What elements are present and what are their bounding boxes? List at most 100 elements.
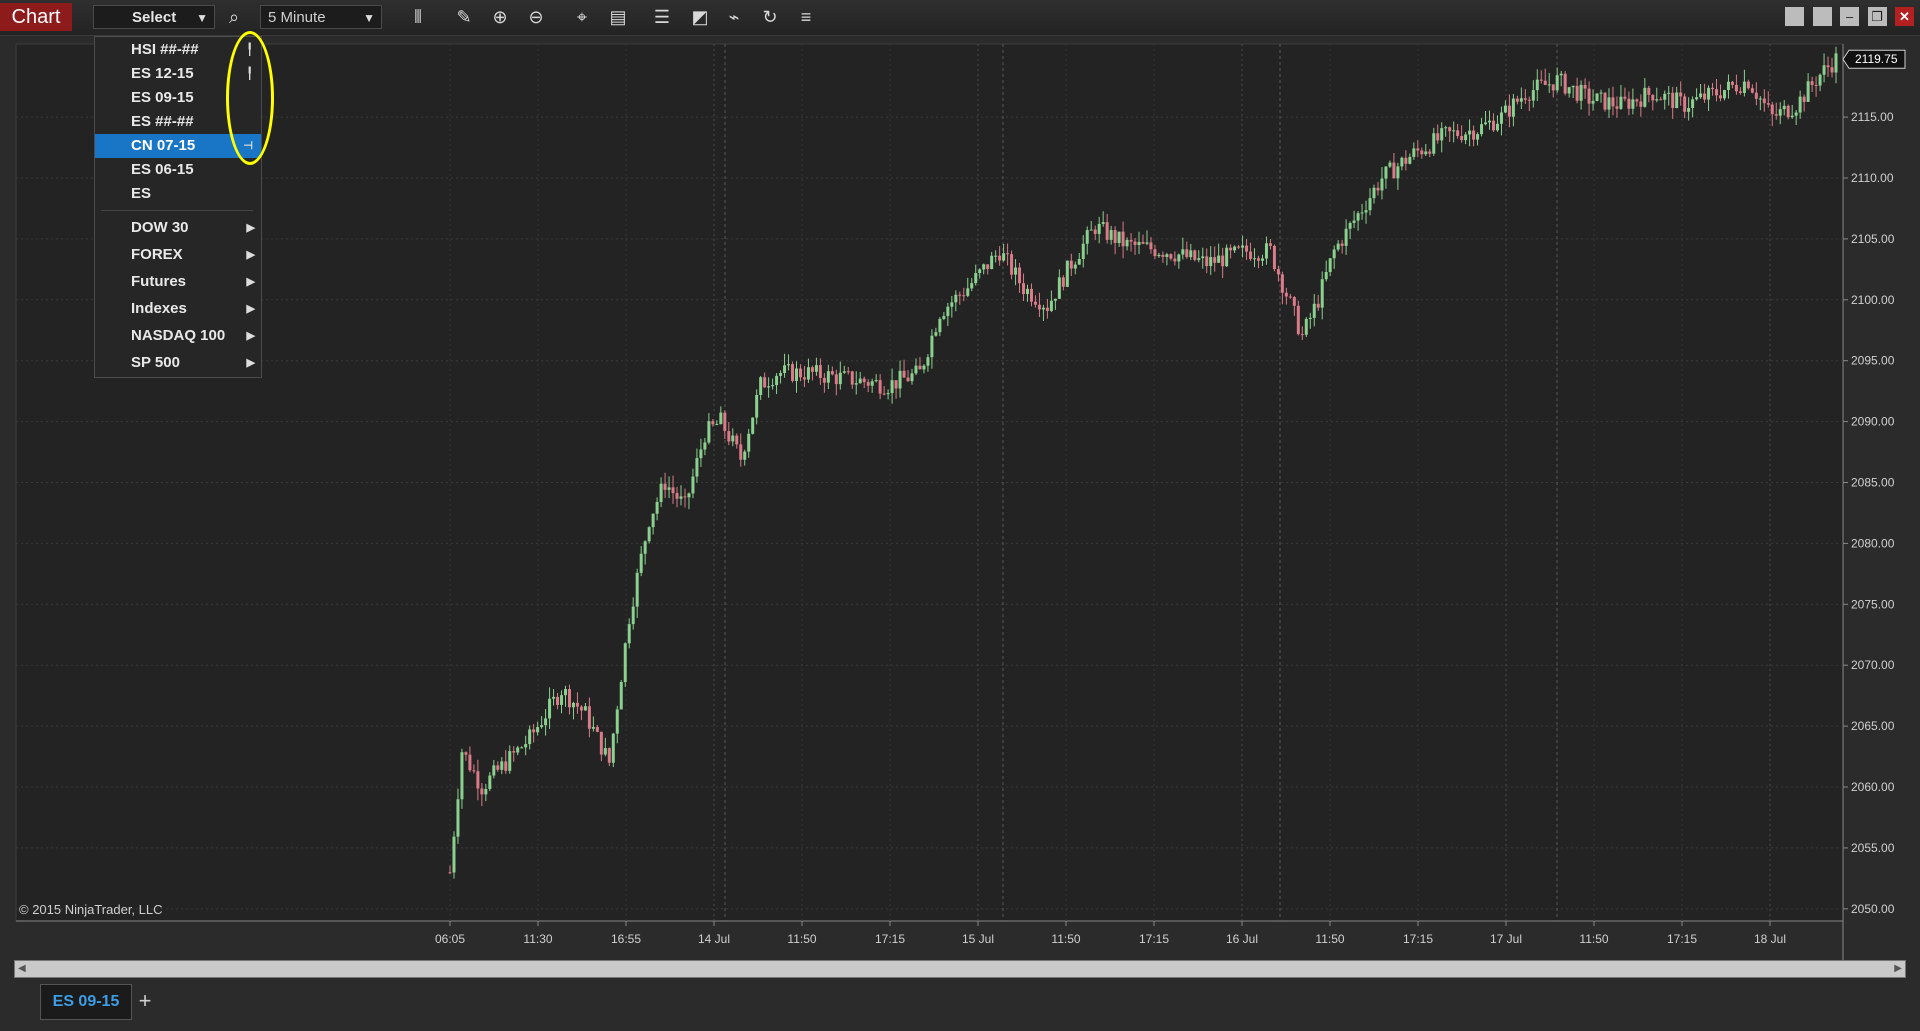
close-button[interactable]: ✕ (1895, 7, 1914, 26)
candle-body (834, 374, 838, 385)
instrument-selector-label: Select (132, 9, 177, 26)
instrument-list-item[interactable]: SP 500 ▶ (95, 351, 261, 375)
instrument-selector[interactable]: Select ▼ (93, 5, 215, 29)
candle-body (528, 729, 532, 745)
y-tick-label: 2055.00 (1851, 841, 1895, 855)
indicator-icon[interactable]: ⌁ (722, 6, 746, 28)
interval-selector[interactable]: 5 Minute ▼ (260, 5, 382, 29)
chevron-down-icon: ▼ (363, 11, 375, 25)
candle-body (707, 421, 711, 443)
candle-body (1097, 223, 1101, 234)
candle-body (460, 752, 464, 800)
y-tick-label: 2105.00 (1851, 232, 1895, 246)
candle-body (1527, 99, 1531, 101)
candle-body (862, 378, 866, 383)
candle-body (1137, 241, 1141, 245)
candle-body (1177, 254, 1181, 262)
candle-body (1304, 318, 1308, 335)
candle-body (735, 435, 739, 445)
instrument-list-item[interactable]: Futures ▶ (95, 270, 261, 294)
instrument-tabs: ES 09-15 + (0, 980, 1920, 1031)
candle-body (1348, 222, 1352, 229)
chart-window-tab[interactable]: Chart (0, 3, 72, 31)
menu-item-label: FOREX (131, 246, 183, 263)
strategy-icon[interactable]: ◩ (688, 6, 712, 28)
tab-es-09-15[interactable]: ES 09-15 (40, 984, 132, 1020)
scroll-right-icon[interactable]: ▶ (1894, 961, 1902, 977)
candle-body (1631, 99, 1635, 109)
pencil-icon[interactable]: ✎ (452, 6, 476, 28)
submenu-arrow-icon: ▶ (246, 357, 255, 369)
candle-body (615, 709, 619, 734)
candle-body (731, 435, 735, 442)
candle-body (990, 255, 994, 269)
candle-body (1468, 130, 1472, 135)
candle-body (1245, 245, 1249, 252)
crosshair-icon[interactable]: ⌖ (570, 6, 594, 28)
add-tab-button[interactable]: + (134, 984, 156, 1018)
candle-body (1675, 92, 1679, 109)
candle-body (623, 643, 627, 683)
candle-body (1695, 97, 1699, 100)
bar-style-icon[interactable]: ⫴ (406, 6, 430, 28)
candle-body (759, 377, 763, 395)
instrument-list-item[interactable]: Indexes ▶ (95, 297, 261, 321)
price-chart[interactable]: 2050.00 2055.00 2060.00 2065.00 2070.00 2075.… (0, 36, 1920, 1031)
reload-icon[interactable]: ↻ (758, 6, 782, 28)
candle-body (1782, 105, 1786, 110)
candle-body (1543, 80, 1547, 85)
candle-body (1715, 89, 1719, 96)
candle-body (1272, 245, 1276, 270)
zoom-out-icon[interactable]: ⊖ (524, 6, 548, 28)
candle-body (1663, 93, 1667, 100)
submenu-arrow-icon: ▶ (246, 303, 255, 315)
submenu-arrow-icon: ▶ (246, 222, 255, 234)
zoom-in-icon[interactable]: ⊕ (488, 6, 512, 28)
scroll-left-icon[interactable]: ◀ (18, 961, 26, 977)
instrument-list-item[interactable]: NASDAQ 100 ▶ (95, 324, 261, 348)
restore-button[interactable]: ❐ (1867, 7, 1887, 26)
candle-body (512, 751, 516, 753)
candle-body (591, 727, 595, 729)
candle-body (986, 264, 990, 269)
candle-body (703, 442, 707, 450)
copyright-text: © 2015 NinjaTrader, LLC (19, 902, 163, 917)
recent-instrument-item[interactable]: ES (95, 182, 261, 206)
y-tick-label: 2060.00 (1851, 780, 1895, 794)
x-tick-label: 16:55 (611, 932, 641, 946)
candle-body (850, 371, 854, 385)
properties-icon[interactable]: ☰ (650, 6, 674, 28)
tile-icon[interactable] (1785, 7, 1805, 26)
minimize-button[interactable]: – (1840, 7, 1860, 26)
candle-body (1687, 108, 1691, 112)
last-price-label: 2119.75 (1855, 52, 1898, 66)
data-box-icon[interactable]: ▤ (606, 6, 630, 28)
chevron-down-icon: ▼ (196, 11, 208, 25)
recent-instrument-item[interactable]: ES 06-15 (95, 158, 261, 182)
candle-body (1364, 210, 1368, 213)
candle-body (655, 501, 659, 514)
candle-body (1484, 122, 1488, 125)
candle-body (1018, 267, 1022, 284)
menu-item-label: ES ##-## (131, 113, 194, 130)
candle-body (1460, 135, 1464, 141)
candle-body (1352, 220, 1356, 223)
instrument-list-item[interactable]: FOREX ▶ (95, 243, 261, 267)
chart-panel[interactable]: 2050.00 2055.00 2060.00 2065.00 2070.00 2075.… (0, 36, 1920, 1031)
y-tick-label: 2115.00 (1851, 110, 1894, 124)
candle-body (1762, 98, 1766, 104)
candle-body (532, 729, 536, 733)
candle-body (1547, 84, 1551, 86)
horizontal-scrollbar[interactable]: ◀ ▶ (14, 960, 1906, 978)
candle-body (683, 496, 687, 498)
candle-body (1647, 87, 1651, 95)
list-icon[interactable]: ≡ (794, 6, 818, 28)
plot-background (15, 43, 1844, 922)
candle-body (914, 365, 918, 374)
candle-body (1794, 112, 1798, 116)
instrument-list-item[interactable]: DOW 30 ▶ (95, 216, 261, 240)
candle-body (699, 449, 703, 459)
tile-icon[interactable] (1812, 7, 1832, 26)
search-icon[interactable]: ⌕ (222, 6, 246, 28)
candle-body (810, 367, 814, 372)
